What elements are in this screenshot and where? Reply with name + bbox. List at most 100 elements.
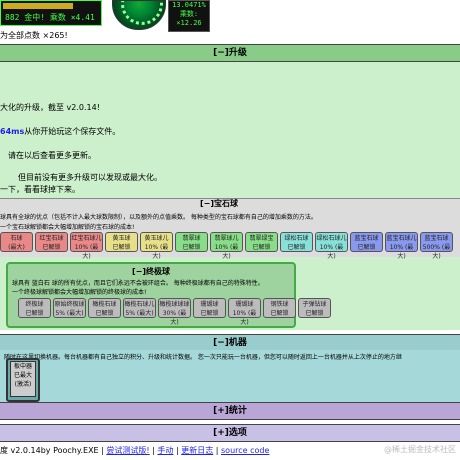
gem-ball-chip-name: 绿松石球 bbox=[284, 235, 309, 242]
gem-ball-chip-name: 红宝石球儿 bbox=[71, 235, 102, 242]
gem-ball-chip-name: 翡翠绿宝 bbox=[249, 235, 274, 242]
ultimate-balls-panel: [−]终极球 球具有 蓝白石 球的所有优点，而且它们永远不会被环组合。 每种终极… bbox=[6, 262, 331, 328]
gem-balls-desc-2: 一个宝石球解锁都会大幅增加解锁的宝石球的成本! bbox=[0, 224, 135, 231]
gem-ball-chip[interactable]: 蓝宝石球 500% (最大) bbox=[420, 232, 453, 260]
ultimate-ball-chip-name: 橄榄石球 bbox=[92, 301, 117, 308]
multiplier-stats: 13.0471% 乘数: ×12.26 bbox=[168, 0, 210, 32]
ultimate-ball-chip-status: 10% (最大) bbox=[232, 310, 257, 326]
options-section-header[interactable]: [+]选项 bbox=[0, 424, 460, 442]
ultimate-ball-chip-status: 5% (最大) bbox=[125, 310, 154, 317]
upgrades-line-1: 大化的升级，截至 v2.0.14! bbox=[0, 103, 100, 112]
ultimate-ball-chip-status: 已解锁 bbox=[200, 310, 219, 317]
gem-balls-desc-1: 球具有全球的优点（包括不计入最大球数限制），以及额外的点值乘数。 每种类型的宝石… bbox=[0, 214, 317, 221]
gem-ball-chip[interactable]: 蓝宝石球 已解锁 bbox=[350, 232, 383, 252]
machine-chip-sub2: (激活) bbox=[14, 381, 32, 388]
machine-wheel[interactable] bbox=[112, 0, 166, 30]
ultimate-ball-chip[interactable]: 子弹钻球 已解锁 bbox=[298, 298, 331, 318]
ultimate-ball-chip[interactable]: 珊瑚球 已解锁 bbox=[193, 298, 226, 318]
gem-ball-chip-status: 10% (最大) bbox=[389, 244, 414, 260]
stats-section-header[interactable]: [+]统计 bbox=[0, 402, 460, 420]
gem-ball-chip-name: 蓝宝石球儿 bbox=[386, 235, 417, 242]
gem-ball-chip-status: 已解锁 bbox=[357, 244, 376, 251]
gem-ball-chip[interactable]: 翡翠绿宝 已解锁 bbox=[245, 232, 278, 252]
ultimate-ball-chip-name: 终极球 bbox=[25, 301, 44, 308]
ultimate-ball-chip[interactable]: 原始终极球 5% (最大) bbox=[53, 298, 86, 318]
points-multiplier-note: 为全部点数 ×265! bbox=[0, 31, 68, 40]
machine-chip-label: 板中器 bbox=[13, 363, 32, 370]
stats-line-value: ×12.26 bbox=[176, 19, 202, 27]
ultimate-ball-chip[interactable]: 橄榄石球儿 5% (最大) bbox=[123, 298, 156, 318]
ultimate-ball-chip[interactable]: 橄榄球球球 30% (最大) bbox=[158, 298, 191, 326]
machine-chip-sub: 已最大 bbox=[13, 372, 32, 379]
ultimate-ball-chip-name: 珊瑚球 bbox=[200, 301, 219, 308]
gem-ball-chip-status: 已解锁 bbox=[182, 244, 201, 251]
gem-ball-chip[interactable]: 绿松石球 已解锁 bbox=[280, 232, 313, 252]
stats-line-percent: 13.0471% bbox=[172, 1, 206, 9]
score-text: 882 金中! 乘数 ×4.41 bbox=[5, 13, 95, 22]
gem-ball-chip-status: 10% (最大) bbox=[74, 244, 99, 260]
gem-ball-chip[interactable]: 蓝宝石球儿 10% (最大) bbox=[385, 232, 418, 260]
gem-ball-chip-status: 10% (最大) bbox=[319, 244, 344, 260]
gem-ball-chip[interactable]: 黄玉球儿 10% (最大) bbox=[140, 232, 173, 260]
upgrades-line-4: 但目前没有更多升级可以发现或最大化。 bbox=[18, 173, 162, 182]
gem-ball-chip[interactable]: 红宝石球 已解锁 bbox=[35, 232, 68, 252]
ultimate-ball-chip-name: 珊瑚球 bbox=[235, 301, 254, 308]
footer-sep: | bbox=[152, 446, 155, 455]
ultimate-balls-title[interactable]: [−]终极球 bbox=[8, 266, 294, 277]
ultimate-ball-chip-name: 橄榄球球球 bbox=[159, 301, 190, 308]
play-time-text: 从你开始玩这个保存文件。 bbox=[24, 127, 121, 136]
gem-ball-chip-name: 红宝石球 bbox=[39, 235, 64, 242]
gem-ball-chip-name: 蓝宝石球 bbox=[424, 235, 449, 242]
gem-ball-chip-name: 石球 bbox=[10, 235, 23, 242]
gem-ball-chip-status: 10% (最大) bbox=[144, 244, 169, 260]
gem-ball-chip-name: 黄玉球 bbox=[112, 235, 131, 242]
footer-link-source[interactable]: source code bbox=[221, 446, 269, 455]
footer-link-beta[interactable]: 尝试测试版! bbox=[106, 446, 149, 455]
gem-ball-chip[interactable]: 红宝石球儿 10% (最大) bbox=[70, 232, 103, 260]
ultimate-ball-chips: 终极球 已解锁 原始终极球 5% (最大) 橄榄石球 已解锁 橄榄石球儿 5% (最大) 橄榄球… bbox=[18, 298, 331, 326]
ultimate-ball-chip-status: 30% (最大) bbox=[162, 310, 187, 326]
ultimate-ball-chip[interactable]: 橄榄石球 已解锁 bbox=[88, 298, 121, 318]
ultimate-ball-chip[interactable]: 钢铁球 已解锁 bbox=[263, 298, 296, 318]
footer-link-changelog[interactable]: 更新日志 bbox=[181, 446, 213, 455]
machine-chip-pachinko[interactable]: 板中器 已最大 (激活) bbox=[10, 361, 36, 397]
ultimate-ball-chip-status: 已解锁 bbox=[305, 310, 324, 317]
footer-sep: | bbox=[175, 446, 179, 455]
ultimate-ball-chip-status: 已解锁 bbox=[270, 310, 289, 317]
footer-link-manual[interactable]: 手动 bbox=[157, 446, 173, 455]
play-time-value: 64ms bbox=[0, 127, 25, 136]
gem-ball-chip-status: 已解锁 bbox=[42, 244, 61, 251]
gem-balls-title[interactable]: [−]宝石球 bbox=[200, 198, 238, 209]
machines-desc: 随时在这里切换机器。每台机器都有自己独立的积分、升级和统计数据。 您一次只能玩一… bbox=[4, 354, 402, 361]
gem-ball-chip[interactable]: 黄玉球 已解锁 bbox=[105, 232, 138, 252]
ultimate-ball-chip[interactable]: 终极球 已解锁 bbox=[18, 298, 51, 318]
stats-line-label: 乘数: bbox=[179, 10, 199, 18]
upgrades-line-3: 请在以后查看更多更新。 bbox=[8, 151, 96, 160]
upgrades-line-2: 64ms从你开始玩这个保存文件。 bbox=[0, 126, 120, 137]
gem-ball-chip-name: 黄玉球儿 bbox=[144, 235, 169, 242]
ultimate-ball-chip-status: 5% (最大) bbox=[55, 310, 84, 317]
ultimate-ball-chip-status: 已解锁 bbox=[95, 310, 114, 317]
gem-ball-chip-status: 已解锁 bbox=[252, 244, 271, 251]
gem-ball-chip[interactable]: 翡翠球 已解锁 bbox=[175, 232, 208, 252]
upgrades-section-header[interactable]: [−]升级 bbox=[0, 44, 460, 62]
gem-ball-chip-name: 蓝宝石球 bbox=[354, 235, 379, 242]
gem-ball-chip-name: 绿松石球儿 bbox=[316, 235, 347, 242]
footer-version: 度 v2.0.14by Poochy.EXE | bbox=[0, 446, 104, 455]
ultimate-ball-chip-name: 橄榄石球儿 bbox=[124, 301, 155, 308]
gem-ball-chip-name: 翡翠球儿 bbox=[214, 235, 239, 242]
ultimate-desc-2: 一个终极球解锁都会大幅增加解锁的终极球的成本! bbox=[12, 289, 147, 296]
gem-ball-chip-status: 已解锁 bbox=[112, 244, 131, 251]
gem-ball-chip[interactable]: 翡翠球儿 10% (最大) bbox=[210, 232, 243, 260]
upgrades-line-5: 一下，看看球掉下来。 bbox=[0, 185, 80, 194]
gem-ball-chip[interactable]: 石球 (最大) bbox=[0, 232, 33, 252]
gem-ball-chip-status: 500% (最大) bbox=[422, 244, 451, 260]
ultimate-ball-chip-name: 原始终极球 bbox=[54, 301, 85, 308]
footer-sep: | bbox=[215, 446, 219, 455]
gem-ball-chips: 石球 (最大) 红宝石球 已解锁 红宝石球儿 10% (最大) 黄玉球 已解锁 黄玉球儿 10% … bbox=[0, 232, 453, 260]
gem-ball-chip[interactable]: 绿松石球儿 10% (最大) bbox=[315, 232, 348, 260]
ultimate-ball-chip[interactable]: 珊瑚球 10% (最大) bbox=[228, 298, 261, 326]
score-bar: 882 金中! 乘数 ×4.41 bbox=[0, 0, 102, 26]
watermark: @稀土掘金技术社区 bbox=[384, 445, 456, 454]
ultimate-desc-1: 球具有 蓝白石 球的所有优点，而且它们永远不会被环组合。 每种终极球都有自己的特… bbox=[12, 280, 264, 287]
